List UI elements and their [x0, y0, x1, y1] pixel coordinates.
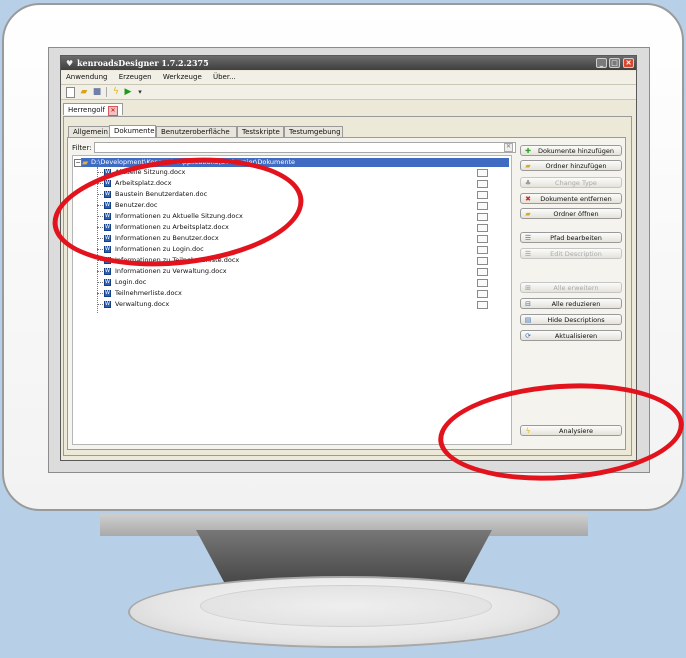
description-checkbox[interactable]	[477, 224, 488, 232]
edit-description-button[interactable]: ☰ Edit Description	[520, 248, 622, 259]
expand-all-button[interactable]: ⊞ Alle erweitern	[520, 282, 622, 293]
edit-path-icon: ☰	[524, 234, 532, 242]
filter-label: Filter:	[72, 144, 92, 152]
description-checkbox[interactable]	[477, 257, 488, 265]
add-documents-button[interactable]: ✚ Dokumente hinzufügen	[520, 145, 622, 156]
collapse-all-button[interactable]: ⊟ Alle reduzieren	[520, 298, 622, 309]
open-folder-button[interactable]: ▰ Ordner öffnen	[520, 208, 622, 219]
description-checkbox[interactable]	[477, 301, 488, 309]
description-checkbox[interactable]	[477, 290, 488, 298]
file-name: Informationen zu Verwaltung.docx	[115, 267, 227, 275]
word-document-icon: W	[104, 268, 111, 275]
edit-description-icon: ☰	[524, 250, 532, 258]
collapse-all-icon: ⊟	[525, 300, 531, 308]
refresh-icon: ⟳	[525, 332, 531, 340]
filter-input[interactable]	[94, 142, 516, 153]
description-checkbox[interactable]	[477, 246, 488, 254]
refresh-button[interactable]: ⟳ Aktualisieren	[520, 330, 622, 341]
tree-file[interactable]: W Informationen zu Verwaltung.docx	[97, 267, 477, 276]
monitor-base-top	[200, 585, 492, 627]
tree-file[interactable]: W Verwaltung.docx	[97, 300, 477, 309]
menu-erzeugen[interactable]: Erzeugen	[119, 73, 152, 81]
open-folder-icon[interactable]: ▰	[79, 87, 89, 97]
description-checkbox[interactable]	[477, 279, 488, 287]
app-logo-icon: ♥	[66, 58, 74, 68]
close-button[interactable]: ✕	[623, 58, 634, 68]
tab-benutzeroberflaeche[interactable]: Benutzeroberfläche	[156, 126, 237, 137]
menu-ueber[interactable]: Über...	[213, 73, 236, 81]
clear-filter-icon[interactable]: ✕	[504, 143, 513, 152]
change-type-icon: ♣	[524, 179, 532, 187]
tree-file[interactable]: W Teilnehmerliste.docx	[97, 289, 477, 298]
run-icon[interactable]: ▶	[123, 87, 133, 97]
tab-testumgebung[interactable]: Testumgebung	[284, 126, 343, 137]
hide-descriptions-icon: ▤	[524, 316, 532, 324]
description-checkbox[interactable]	[477, 213, 488, 221]
folder-icon: ▰	[525, 210, 531, 218]
add-document-icon: ✚	[525, 147, 531, 155]
description-checkbox[interactable]	[477, 180, 488, 188]
file-name: Verwaltung.docx	[115, 300, 170, 308]
word-document-icon: W	[104, 290, 111, 297]
title-bar[interactable]: ♥ kenroadsDesigner 1.7.2.2375 _ □ ✕	[61, 56, 636, 70]
edit-path-button[interactable]: ☰ Pfad bearbeiten	[520, 232, 622, 243]
expand-icon: ⊞	[525, 284, 531, 292]
menu-werkzeuge[interactable]: Werkzeuge	[163, 73, 202, 81]
description-checkbox[interactable]	[477, 191, 488, 199]
minimize-button[interactable]: _	[596, 58, 607, 68]
tab-allgemein[interactable]: Allgemein	[68, 126, 110, 137]
tree-file[interactable]: W Login.doc	[97, 278, 477, 287]
lightning-icon[interactable]: ϟ	[111, 87, 121, 97]
window-title: kenroadsDesigner 1.7.2.2375	[77, 58, 209, 68]
folder-icon: ▰	[82, 158, 89, 167]
toolbar: ▰ ■ ϟ ▶ ▾	[61, 85, 636, 100]
description-checkbox[interactable]	[477, 268, 488, 276]
save-icon[interactable]: ■	[92, 87, 102, 97]
add-folder-icon: ▰	[525, 162, 531, 170]
new-icon[interactable]	[66, 87, 75, 98]
tab-testskripte[interactable]: Testskripte	[237, 126, 284, 137]
file-name: Login.doc	[115, 278, 147, 286]
toolbar-separator	[106, 87, 107, 97]
hide-descriptions-button[interactable]: ▤ Hide Descriptions	[520, 314, 622, 325]
change-type-button[interactable]: ♣ Change Type	[520, 177, 622, 188]
description-checkbox[interactable]	[477, 202, 488, 210]
description-checkbox[interactable]	[477, 169, 488, 177]
word-document-icon: W	[104, 301, 111, 308]
remove-documents-button[interactable]: ✖ Dokumente entfernen	[520, 193, 622, 204]
menu-bar: Anwendung Erzeugen Werkzeuge Über...	[61, 71, 636, 85]
close-tab-icon[interactable]: ✕	[108, 106, 118, 116]
maximize-button[interactable]: □	[609, 58, 620, 68]
menu-anwendung[interactable]: Anwendung	[66, 73, 107, 81]
doc-tab-herrengolf[interactable]: Herrengolf ✕	[63, 103, 123, 116]
dropdown-icon[interactable]: ▾	[135, 87, 145, 97]
remove-document-icon: ✖	[525, 195, 531, 203]
collapse-icon[interactable]: −	[74, 159, 82, 167]
doc-tab-label: Herrengolf	[68, 106, 105, 114]
description-checkbox[interactable]	[477, 235, 488, 243]
file-name: Teilnehmerliste.docx	[115, 289, 182, 297]
add-folder-button[interactable]: ▰ Ordner hinzufügen	[520, 160, 622, 171]
word-document-icon: W	[104, 279, 111, 286]
